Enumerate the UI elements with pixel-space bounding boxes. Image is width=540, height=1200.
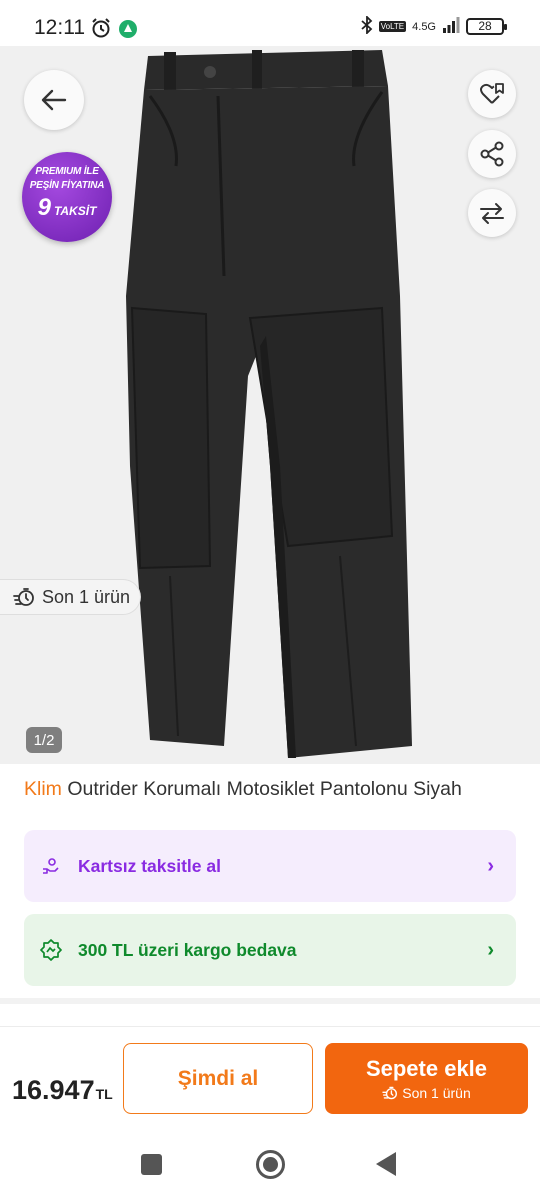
stock-indicator: Son 1 ürün	[0, 579, 141, 615]
system-nav-bar	[0, 1132, 540, 1200]
hand-coin-icon	[40, 855, 62, 877]
product-brand[interactable]: Klim	[24, 778, 62, 800]
badge-icon	[40, 939, 62, 961]
premium-badge-line2: PEŞİN FİYATINA	[29, 180, 105, 191]
recent-apps-icon[interactable]	[141, 1154, 162, 1175]
product-image-gallery[interactable]: PREMIUM İLE PEŞİN FİYATINA 9 TAKSİT Son …	[0, 46, 540, 764]
app-notification-icon	[119, 20, 137, 38]
product-image	[126, 50, 412, 758]
promo-label: Kartsız taksitle al	[78, 855, 221, 876]
heart-bookmark-icon	[480, 83, 504, 104]
installment-count: 9	[37, 194, 51, 221]
share-icon	[480, 141, 504, 167]
status-icons: VoLTE 4.5G 28	[361, 14, 507, 37]
back-button[interactable]	[24, 70, 84, 130]
add-to-collection-button[interactable]	[468, 70, 516, 118]
add-to-cart-label: Sepete ekle	[365, 1056, 488, 1081]
add-to-cart-stock: Son 1 ürün	[382, 1085, 471, 1101]
image-pager: 1/2	[26, 727, 62, 753]
volte-badge: VoLTE	[378, 21, 407, 32]
buy-now-button[interactable]: Şimdi al	[123, 1043, 313, 1114]
add-to-cart-stock-label: Son 1 ürün	[402, 1085, 471, 1101]
fast-stopwatch-icon	[13, 588, 34, 606]
price-value: 16.947	[12, 1075, 95, 1105]
add-to-cart-button[interactable]: Sepete ekle Son 1 ürün	[325, 1043, 528, 1114]
premium-badge-line1: PREMIUM İLE	[35, 166, 99, 177]
chevron-right-icon: ›	[487, 854, 494, 877]
status-bar: 12:11 VoLTE 4.5G 28	[0, 0, 540, 46]
arrow-left-icon	[41, 89, 67, 111]
product-name: Outrider Korumalı Motosiklet Pantolonu S…	[67, 778, 462, 800]
installment-label: TAKSİT	[53, 204, 97, 218]
bluetooth-icon	[361, 14, 373, 37]
fast-stopwatch-icon	[382, 1086, 398, 1100]
premium-installment-badge[interactable]: PREMIUM İLE PEŞİN FİYATINA 9 TAKSİT	[22, 152, 112, 242]
network-type: 4.5G	[412, 20, 436, 33]
signal-icon	[442, 17, 460, 36]
bottom-action-bar: 16.947 TL Şimdi al Sepete ekle Son 1 ürü…	[0, 1026, 540, 1132]
section-divider	[0, 998, 540, 1004]
home-icon[interactable]	[256, 1150, 285, 1179]
battery-icon: 28	[466, 18, 507, 35]
stock-label: Son 1 ürün	[42, 586, 131, 607]
share-button[interactable]	[468, 130, 516, 178]
premium-badge-installments: 9 TAKSİT	[22, 194, 112, 222]
product-title: Klim Outrider Korumalı Motosiklet Pantol…	[24, 778, 462, 801]
back-triangle-icon[interactable]	[376, 1152, 396, 1176]
alarm-icon	[90, 17, 112, 44]
status-time: 12:11	[34, 16, 85, 39]
promo-free-shipping[interactable]: 300 TL üzeri kargo bedava ›	[24, 914, 516, 986]
price-currency: TL	[95, 1086, 113, 1102]
promo-cardless-installment[interactable]: Kartsız taksitle al ›	[24, 830, 516, 902]
swap-arrows-icon	[480, 203, 504, 224]
compare-button[interactable]	[468, 189, 516, 237]
chevron-right-icon: ›	[487, 938, 494, 961]
product-price: 16.947 TL	[12, 1075, 113, 1106]
promo-label: 300 TL üzeri kargo bedava	[78, 939, 297, 960]
